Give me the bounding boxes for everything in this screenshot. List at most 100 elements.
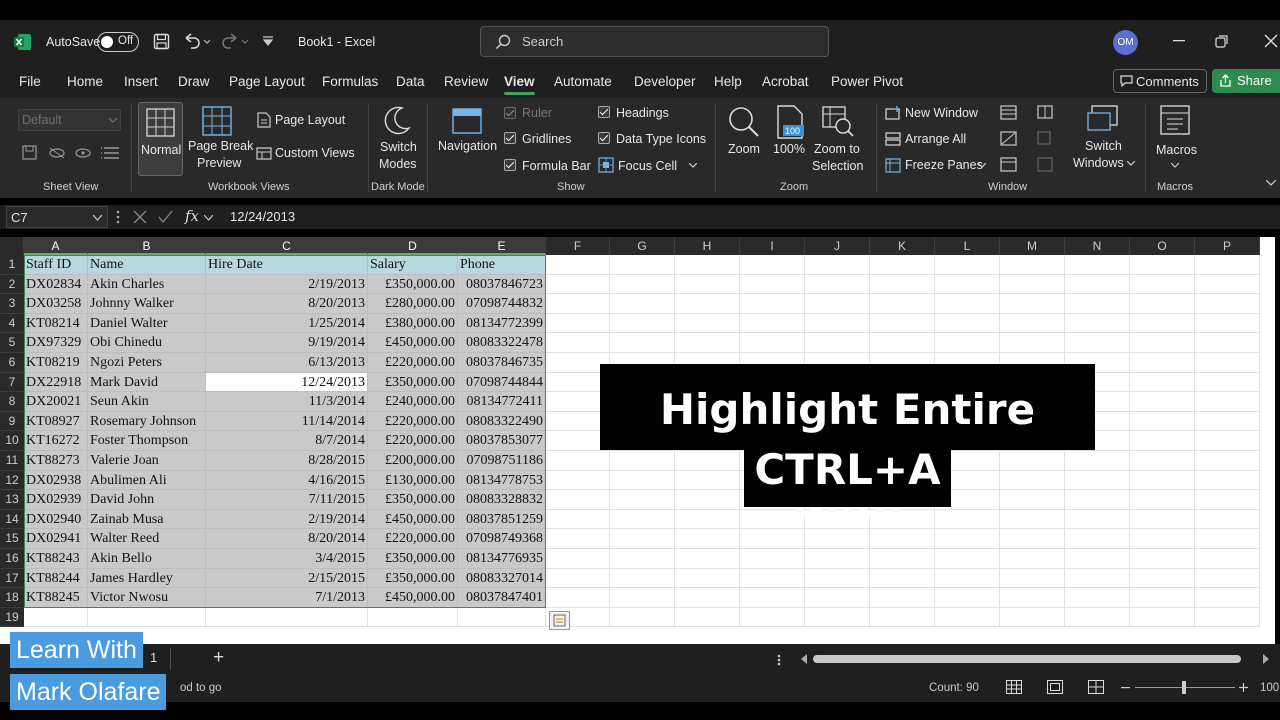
empty-cell[interactable] <box>368 607 458 628</box>
empty-cell[interactable] <box>610 294 675 314</box>
column-header[interactable]: J <box>805 237 870 255</box>
empty-cell[interactable] <box>740 313 805 334</box>
table-cell[interactable]: 4/16/2015 <box>206 470 368 491</box>
row-header[interactable]: 12 <box>0 470 24 491</box>
empty-cell[interactable] <box>1065 451 1130 471</box>
empty-cell[interactable] <box>1130 313 1195 334</box>
column-header[interactable]: M <box>1000 237 1065 255</box>
data-type-icons-checkbox[interactable] <box>598 132 610 144</box>
empty-cell[interactable] <box>458 607 546 628</box>
table-cell[interactable]: 08134772411 <box>458 392 546 412</box>
empty-cell[interactable] <box>610 470 675 491</box>
table-cell[interactable]: £130,000.00 <box>368 470 458 491</box>
empty-cell[interactable] <box>1000 549 1065 569</box>
empty-cell[interactable] <box>740 588 805 608</box>
empty-cell[interactable] <box>1000 509 1065 530</box>
normal-view-icon[interactable] <box>1006 680 1022 694</box>
column-header[interactable]: H <box>675 237 740 255</box>
insert-function-button[interactable]: fx <box>185 207 199 225</box>
empty-cell[interactable] <box>1130 255 1195 275</box>
empty-cell[interactable] <box>546 451 610 471</box>
tab-page-layout[interactable]: Page Layout <box>229 74 305 89</box>
empty-cell[interactable] <box>675 274 740 295</box>
empty-cell[interactable] <box>1195 509 1260 530</box>
headings-checkbox[interactable] <box>598 106 610 118</box>
empty-cell[interactable] <box>546 313 610 334</box>
empty-cell[interactable] <box>675 529 740 549</box>
empty-cell[interactable] <box>870 549 935 569</box>
table-cell[interactable]: 07098751186 <box>458 451 546 471</box>
autosave-toggle[interactable]: Off <box>97 32 139 52</box>
zoom-in-icon[interactable] <box>1239 683 1248 692</box>
row-header[interactable]: 7 <box>0 372 24 393</box>
table-cell[interactable]: £450,000.00 <box>368 509 458 530</box>
empty-cell[interactable] <box>870 255 935 275</box>
table-cell[interactable]: Valerie Joan <box>88 451 206 471</box>
empty-cell[interactable] <box>1000 333 1065 353</box>
table-cell[interactable]: £350,000.00 <box>368 568 458 589</box>
empty-cell[interactable] <box>1065 294 1130 314</box>
ruler-checkbox[interactable] <box>504 107 516 119</box>
zoom-to-selection-button[interactable]: Zoom to Selection <box>812 102 868 176</box>
empty-cell[interactable] <box>610 313 675 334</box>
table-cell[interactable]: 08134778753 <box>458 470 546 491</box>
table-cell[interactable]: Abulimen Ali <box>88 470 206 491</box>
table-cell[interactable]: KT08219 <box>24 353 88 373</box>
table-cell[interactable]: 07098744844 <box>458 372 546 393</box>
empty-cell[interactable] <box>1195 470 1260 491</box>
empty-cell[interactable] <box>870 294 935 314</box>
quick-analysis-icon[interactable] <box>549 611 570 630</box>
table-cell[interactable]: £200,000.00 <box>368 451 458 471</box>
page-break-preview-button[interactable]: Page Break Preview <box>188 102 253 176</box>
empty-cell[interactable] <box>1130 549 1195 569</box>
empty-cell[interactable] <box>546 549 610 569</box>
column-header[interactable]: L <box>935 237 1000 255</box>
empty-cell[interactable] <box>1065 509 1130 530</box>
table-header-cell[interactable]: Hire Date <box>206 255 368 275</box>
table-cell[interactable]: DX22918 <box>24 372 88 393</box>
zoom-slider-thumb[interactable] <box>1182 681 1186 694</box>
row-header[interactable]: 1 <box>0 255 24 275</box>
empty-cell[interactable] <box>1195 588 1260 608</box>
table-cell[interactable]: 2/19/2014 <box>206 509 368 530</box>
table-cell[interactable]: 7/11/2015 <box>206 490 368 510</box>
table-cell[interactable]: 7/1/2013 <box>206 588 368 608</box>
empty-cell[interactable] <box>740 274 805 295</box>
table-cell[interactable]: £280,000.00 <box>368 294 458 314</box>
empty-cell[interactable] <box>1065 490 1130 510</box>
table-cell[interactable]: Akin Charles <box>88 274 206 295</box>
empty-cell[interactable] <box>935 274 1000 295</box>
empty-cell[interactable] <box>870 607 935 628</box>
page-layout-icon[interactable] <box>1047 680 1063 694</box>
empty-cell[interactable] <box>1130 588 1195 608</box>
empty-cell[interactable] <box>1000 255 1065 275</box>
table-cell[interactable]: DX20021 <box>24 392 88 412</box>
empty-cell[interactable] <box>610 568 675 589</box>
table-cell[interactable]: Zainab Musa <box>88 509 206 530</box>
empty-cell[interactable] <box>1130 372 1195 393</box>
empty-cell[interactable] <box>1195 431 1260 451</box>
table-cell[interactable]: DX02941 <box>24 529 88 549</box>
empty-cell[interactable] <box>1195 451 1260 471</box>
empty-cell[interactable] <box>1195 313 1260 334</box>
tab-view[interactable]: View <box>504 74 535 95</box>
column-header[interactable]: K <box>870 237 935 255</box>
table-cell[interactable]: 8/28/2015 <box>206 451 368 471</box>
empty-cell[interactable] <box>1000 490 1065 510</box>
table-cell[interactable]: Obi Chinedu <box>88 333 206 353</box>
empty-cell[interactable] <box>88 607 206 628</box>
table-cell[interactable]: 8/7/2014 <box>206 431 368 451</box>
empty-cell[interactable] <box>1195 333 1260 353</box>
empty-cell[interactable] <box>935 549 1000 569</box>
empty-cell[interactable] <box>740 294 805 314</box>
empty-cell[interactable] <box>935 333 1000 353</box>
empty-cell[interactable] <box>1130 470 1195 491</box>
empty-cell[interactable] <box>610 333 675 353</box>
table-cell[interactable]: 08037853077 <box>458 431 546 451</box>
empty-cell[interactable] <box>675 490 740 510</box>
empty-cell[interactable] <box>740 607 805 628</box>
select-all-corner[interactable] <box>0 237 24 255</box>
empty-cell[interactable] <box>546 333 610 353</box>
empty-cell[interactable] <box>24 607 88 628</box>
row-header[interactable]: 16 <box>0 549 24 569</box>
